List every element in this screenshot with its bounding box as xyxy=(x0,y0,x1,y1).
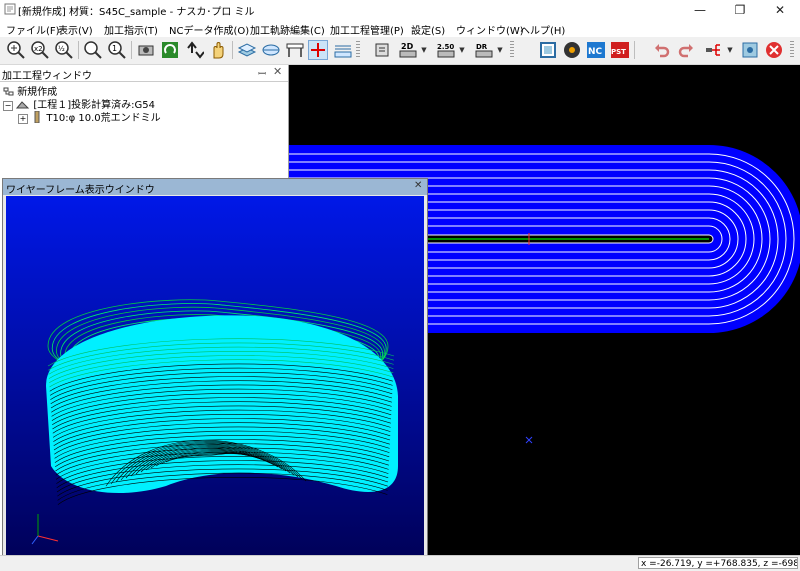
zoom-half-icon[interactable]: ½ xyxy=(54,40,74,60)
menu-file[interactable]: ファイル(F) xyxy=(6,22,60,37)
menu-nc-data[interactable]: NCデータ作成(O) xyxy=(169,22,249,37)
2d-icon[interactable]: 2D xyxy=(398,40,418,60)
app-icon xyxy=(4,3,16,15)
expand-icon[interactable]: + xyxy=(18,114,28,124)
rotate-icon[interactable] xyxy=(160,40,180,60)
toolbar: x2 ½ 1 2D ▼ 2.50 ▼ DR ▼ NC PST ▼ xyxy=(0,37,800,65)
svg-text:PST: PST xyxy=(611,48,626,56)
wireframe-title: ワイヤーフレーム表示ウインドウ xyxy=(6,185,155,196)
tool-icon[interactable] xyxy=(372,40,392,60)
svg-text:2D: 2D xyxy=(401,42,414,51)
svg-text:2.50: 2.50 xyxy=(437,43,454,51)
process-dropdown-icon[interactable]: ▼ xyxy=(726,41,734,59)
menu-settings[interactable]: 設定(S) xyxy=(411,22,445,37)
gear-icon[interactable] xyxy=(562,40,582,60)
process-panel-header: 加工工程ウィンドウ ꟷ ✕ xyxy=(0,65,288,82)
window-title: [新規作成] 材質：S45C_sample - ナスカ･プロ ミル xyxy=(18,7,255,18)
close-button[interactable]: ✕ xyxy=(760,0,800,20)
display-icon[interactable] xyxy=(285,40,305,60)
menu-path-edit[interactable]: 加工軌跡編集(C) xyxy=(250,22,325,37)
redo-icon[interactable] xyxy=(676,40,696,60)
tree-item-tool[interactable]: + T10:φ 10.0荒エンドミル xyxy=(18,109,161,124)
move-icon[interactable] xyxy=(184,40,204,60)
svg-text:½: ½ xyxy=(58,45,65,53)
menu-help[interactable]: ヘルプ(H) xyxy=(520,22,565,37)
delete-icon[interactable] xyxy=(764,40,784,60)
nc-icon[interactable]: NC xyxy=(586,40,606,60)
grid-icon[interactable] xyxy=(333,40,353,60)
expand-icon[interactable]: − xyxy=(3,101,13,111)
process-icon[interactable] xyxy=(704,40,724,60)
cursor-marker xyxy=(525,436,533,444)
svg-text:x2: x2 xyxy=(34,45,43,53)
layer-icon[interactable] xyxy=(237,40,257,60)
dr-dropdown-icon[interactable]: ▼ xyxy=(496,41,504,59)
zoom-in-icon[interactable] xyxy=(6,40,26,60)
zoom-2x-icon[interactable]: x2 xyxy=(30,40,50,60)
zoom-fit-icon[interactable]: 1 xyxy=(107,40,127,60)
end-mill-icon xyxy=(34,110,40,124)
svg-text:DR: DR xyxy=(476,43,488,51)
zoom-icon[interactable] xyxy=(83,40,103,60)
menu-window[interactable]: ウィンドウ(W) xyxy=(456,22,524,37)
wireframe-canvas[interactable] xyxy=(6,196,424,567)
wireframe-close-icon[interactable]: ✕ xyxy=(414,180,422,191)
tree-tool-label: T10:φ 10.0荒エンドミル xyxy=(46,113,161,124)
minimize-button[interactable]: — xyxy=(680,0,720,20)
menu-machining[interactable]: 加工指示(T) xyxy=(104,22,158,37)
status-bar: x =-26.719, y =+768.835, z =-698.668 xyxy=(0,555,800,571)
hand-icon[interactable] xyxy=(208,40,228,60)
pin-icon[interactable]: ꟷ xyxy=(258,66,266,80)
coordinate-readout: x =-26.719, y =+768.835, z =-698.668 xyxy=(638,557,798,569)
frame-icon[interactable] xyxy=(538,40,558,60)
menu-process[interactable]: 加工工程管理(P) xyxy=(330,22,404,37)
process-panel-title: 加工工程ウィンドウ xyxy=(2,71,92,82)
undo-icon[interactable] xyxy=(652,40,672,60)
svg-text:1: 1 xyxy=(112,44,117,53)
title-bar: [新規作成] 材質：S45C_sample - ナスカ･プロ ミル — ❐ ✕ xyxy=(0,0,800,21)
panel-close-icon[interactable]: ✕ xyxy=(273,65,282,78)
crosshair-icon[interactable] xyxy=(308,40,328,60)
dr-icon[interactable]: DR xyxy=(474,40,494,60)
wireframe-titlebar[interactable]: ワイヤーフレーム表示ウインドウ ✕ xyxy=(3,179,427,196)
250-dropdown-icon[interactable]: ▼ xyxy=(458,41,466,59)
2d-dropdown-icon[interactable]: ▼ xyxy=(420,41,428,59)
menu-bar: ファイル(F) 表示(V) 加工指示(T) NCデータ作成(O) 加工軌跡編集(… xyxy=(0,20,800,37)
250-icon[interactable]: 2.50 xyxy=(436,40,456,60)
wireframe-window: ワイヤーフレーム表示ウインドウ ✕ xyxy=(2,178,428,570)
menu-view[interactable]: 表示(V) xyxy=(58,22,93,37)
svg-text:NC: NC xyxy=(588,47,603,57)
settings-icon[interactable] xyxy=(740,40,760,60)
maximize-button[interactable]: ❐ xyxy=(720,0,760,20)
pst-icon[interactable]: PST xyxy=(610,40,630,60)
view-icon[interactable] xyxy=(136,40,156,60)
surface-icon[interactable] xyxy=(261,40,281,60)
